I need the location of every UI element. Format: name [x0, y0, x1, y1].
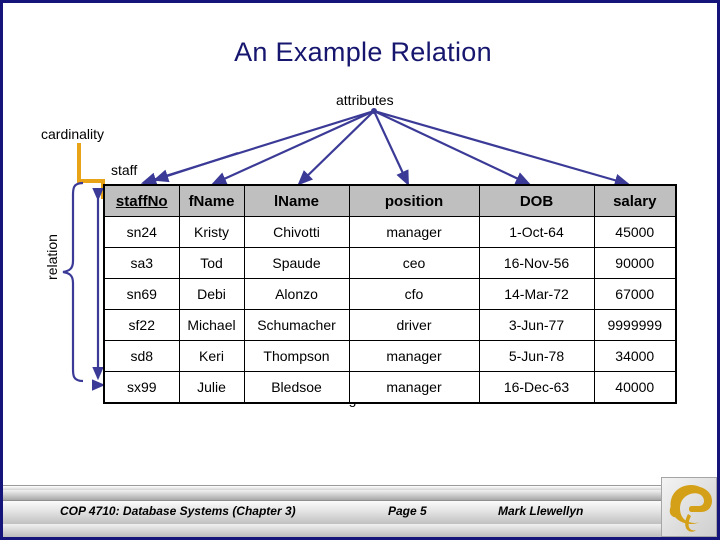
cardinality-connector	[77, 143, 105, 199]
cell-fname: Julie	[178, 371, 245, 404]
cell-fname: Keri	[178, 340, 245, 372]
page-title: An Example Relation	[234, 37, 492, 67]
label-attributes: attributes	[336, 92, 394, 108]
cell-dob: 14-Mar-72	[478, 278, 595, 310]
table-row: sx99 Julie Bledsoe manager 16-Dec-63 400…	[103, 371, 677, 404]
table-row: sd8 Keri Thompson manager 5-Jun-78 34000	[103, 340, 677, 372]
cell-salary: 40000	[593, 371, 677, 404]
cell-lname: Spaude	[243, 247, 350, 279]
cell-salary: 45000	[593, 216, 677, 248]
attribute-arrow-group	[140, 109, 631, 187]
relation-table: staffNo fName lName position DOB salary …	[103, 184, 677, 404]
cell-position: cfo	[348, 278, 480, 310]
cell-staffno: sd8	[103, 340, 180, 372]
slide-footer: COP 4710: Database Systems (Chapter 3) P…	[3, 485, 717, 537]
cell-position: ceo	[348, 247, 480, 279]
cell-position: manager	[348, 371, 480, 404]
cell-staffno: sx99	[103, 371, 180, 404]
footer-course-text: COP 4710: Database Systems (Chapter 3)	[60, 504, 296, 518]
cell-lname: Chivotti	[243, 216, 350, 248]
table-row: sa3 Tod Spaude ceo 16-Nov-56 90000	[103, 247, 677, 279]
column-header-dob[interactable]: DOB	[478, 184, 595, 217]
cell-staffno: sf22	[103, 309, 180, 341]
slide: An Example Relation attributes cardinali…	[0, 0, 720, 540]
pegasus-logo-icon	[669, 484, 712, 532]
column-header-lname[interactable]: lName	[243, 184, 350, 217]
column-header-salary[interactable]: salary	[593, 184, 677, 217]
cell-dob: 16-Nov-56	[478, 247, 595, 279]
cell-dob: 1-Oct-64	[478, 216, 595, 248]
attribute-arrow-fname	[210, 109, 375, 186]
footer-bar-mid	[3, 490, 717, 500]
cell-salary: 67000	[593, 278, 677, 310]
cell-dob: 5-Jun-78	[478, 340, 595, 372]
cell-fname: Debi	[178, 278, 245, 310]
cell-position: manager	[348, 216, 480, 248]
table-row: sn69 Debi Alonzo cfo 14-Mar-72 67000	[103, 278, 677, 310]
cell-dob: 16-Dec-63	[478, 371, 595, 404]
cell-dob: 3-Jun-77	[478, 309, 595, 341]
cell-lname: Bledsoe	[243, 371, 350, 404]
attribute-arrow-position	[373, 110, 409, 186]
cell-position: manager	[348, 340, 480, 372]
staff-pointer-arrow	[152, 151, 239, 183]
label-relation: relation	[44, 234, 60, 280]
column-header-fname[interactable]: fName	[178, 184, 245, 217]
table-row: sn24 Kristy Chivotti manager 1-Oct-64 45…	[103, 216, 677, 248]
cell-position: driver	[348, 309, 480, 341]
cell-lname: Thompson	[243, 340, 350, 372]
relation-brace	[62, 181, 84, 383]
cell-staffno: sn24	[103, 216, 180, 248]
cell-staffno: sn69	[103, 278, 180, 310]
cell-salary: 90000	[593, 247, 677, 279]
attribute-arrow-staffno	[140, 109, 375, 186]
cell-staffno: sa3	[103, 247, 180, 279]
cell-salary: 9999999	[593, 309, 677, 341]
column-header-position[interactable]: position	[348, 184, 480, 217]
footer-bar-bottom	[3, 524, 717, 537]
cell-lname: Alonzo	[243, 278, 350, 310]
attribute-arrow-lname	[297, 110, 375, 186]
table-header-row: staffNo fName lName position DOB salary	[103, 184, 677, 217]
attribute-arrow-dob	[373, 110, 531, 185]
pegasus-logo	[661, 477, 717, 537]
cell-lname: Schumacher	[243, 309, 350, 341]
footer-author: Mark Llewellyn	[498, 504, 584, 518]
column-header-staffno[interactable]: staffNo	[103, 184, 180, 217]
cell-fname: Kristy	[178, 216, 245, 248]
footer-page-number: Page 5	[388, 504, 427, 518]
cell-fname: Michael	[178, 309, 245, 341]
attribute-arrow-salary	[373, 109, 631, 187]
attribute-fan-origin	[371, 108, 377, 114]
table-row: sf22 Michael Schumacher driver 3-Jun-77 …	[103, 309, 677, 341]
label-cardinality: cardinality	[41, 126, 105, 142]
cell-salary: 34000	[593, 340, 677, 372]
label-table-name: staff	[111, 162, 138, 178]
cell-fname: Tod	[178, 247, 245, 279]
